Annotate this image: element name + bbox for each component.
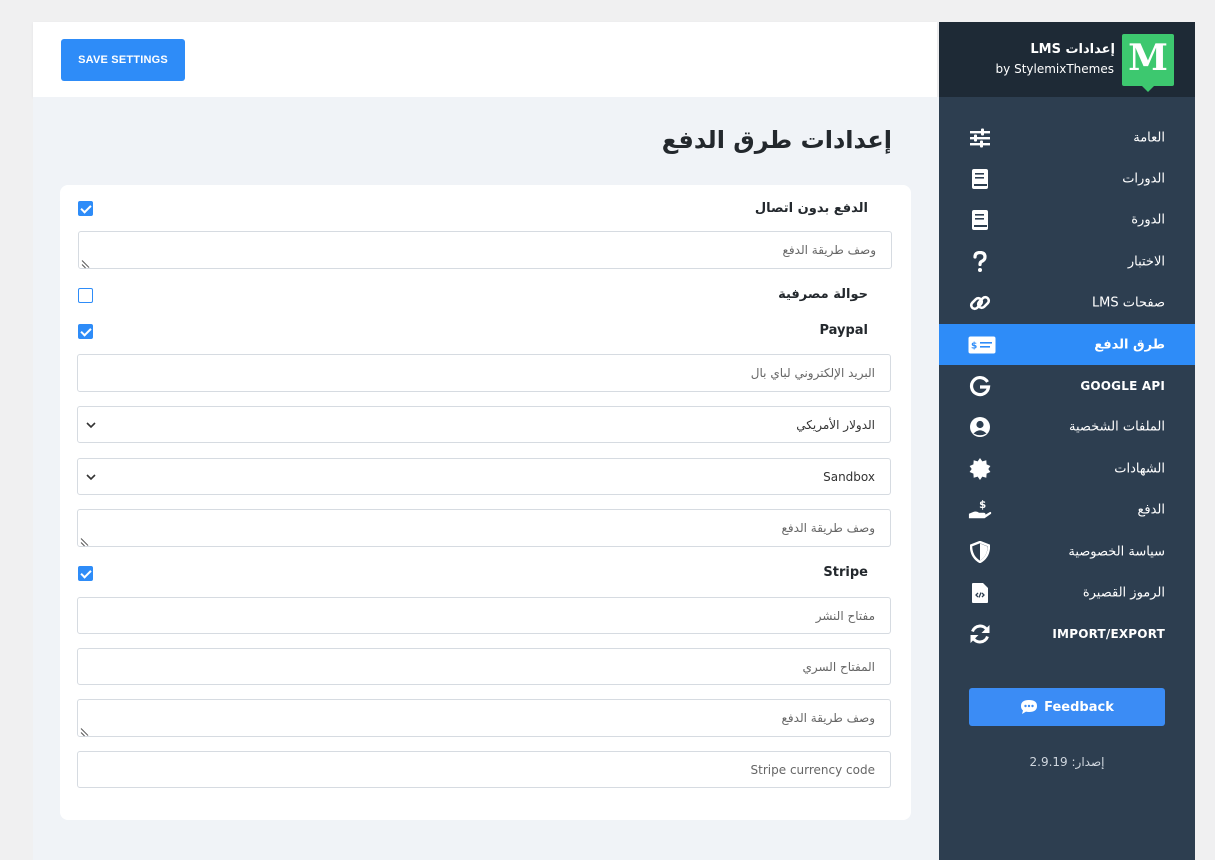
book-icon: [968, 167, 992, 191]
paypal-currency-value: الدولار الأمريكي: [796, 417, 875, 432]
sidebar-item-certificates[interactable]: الشهادات: [939, 448, 1195, 489]
sync-icon: [968, 622, 992, 646]
sidebar-item-google-api[interactable]: GOOGLE API: [939, 365, 1195, 406]
stripe-secret-key-placeholder: المفتاح السري: [802, 659, 875, 674]
sidebar-item-label: GOOGLE API: [1080, 379, 1165, 394]
sidebar-item-label: العامة: [1133, 130, 1165, 146]
offline-description-textarea[interactable]: وصف طريقة الدفع: [78, 231, 892, 269]
sidebar-item-label: الدورة: [1131, 212, 1165, 228]
paypal-email-input[interactable]: البريد الإلكتروني لباي بال: [77, 354, 891, 392]
paypal-currency-select[interactable]: الدولار الأمريكي: [77, 406, 891, 443]
stripe-description-textarea[interactable]: وصف طريقة الدفع: [77, 699, 891, 737]
resize-handle-icon[interactable]: [82, 259, 90, 267]
paypal-description-placeholder: وصف طريقة الدفع: [781, 521, 875, 535]
sidebar-item-label: الدفع: [1137, 502, 1165, 518]
sidebar-item-checkout[interactable]: $ الدفع: [939, 490, 1195, 531]
offline-description-placeholder: وصف طريقة الدفع: [782, 243, 876, 257]
sidebar: M إعدادات LMS by StylemixThemes العامة ا…: [939, 22, 1195, 860]
sidebar-item-label: الدورات: [1122, 171, 1165, 187]
stripe-publish-key-placeholder: مفتاح النشر: [815, 608, 875, 623]
resize-handle-icon[interactable]: [81, 537, 89, 545]
chevron-down-icon: [86, 473, 96, 480]
resize-handle-icon[interactable]: [81, 727, 89, 735]
feedback-button[interactable]: Feedback: [969, 688, 1165, 726]
stripe-description-placeholder: وصف طريقة الدفع: [781, 711, 875, 725]
user-circle-icon: [968, 415, 992, 439]
sidebar-item-lms-pages[interactable]: صفحات LMS: [939, 283, 1195, 324]
feedback-label: Feedback: [1044, 699, 1114, 715]
sidebar-item-course[interactable]: الدورة: [939, 200, 1195, 241]
masterstudy-logo: M: [1122, 34, 1174, 92]
sidebar-item-label: IMPORT/EXPORT: [1052, 627, 1165, 642]
sidebar-item-label: الشهادات: [1114, 461, 1165, 477]
shield-icon: [968, 540, 992, 564]
sidebar-header: M إعدادات LMS by StylemixThemes: [939, 22, 1195, 97]
brand-subtitle: by StylemixThemes: [995, 62, 1114, 76]
sliders-icon: [968, 126, 992, 150]
offline-payment-checkbox[interactable]: [78, 201, 93, 216]
money-check-icon: $: [968, 333, 996, 357]
paypal-label: Paypal: [819, 323, 868, 338]
bank-transfer-checkbox[interactable]: [78, 288, 93, 303]
bank-transfer-label: حوالة مصرفية: [778, 287, 868, 302]
brand-title: إعدادات LMS: [1030, 42, 1115, 57]
sidebar-item-label: الاختبار: [1127, 254, 1165, 270]
version-text: إصدار: 2.9.19: [1029, 755, 1105, 769]
logo-letter: M: [1128, 37, 1168, 79]
sidebar-item-label: الرموز القصيرة: [1082, 585, 1165, 601]
paypal-mode-value: Sandbox: [823, 469, 875, 484]
book-icon: [968, 208, 992, 232]
paypal-email-placeholder: البريد الإلكتروني لباي بال: [750, 366, 875, 380]
save-settings-button[interactable]: SAVE SETTINGS: [61, 39, 185, 81]
sidebar-item-profiles[interactable]: الملفات الشخصية: [939, 407, 1195, 448]
chat-bubble-icon: [1021, 700, 1038, 714]
chevron-down-icon: [86, 421, 96, 428]
sidebar-item-label: طرق الدفع: [1094, 337, 1165, 353]
sidebar-item-privacy-policy[interactable]: سياسة الخصوصية: [939, 531, 1195, 572]
stripe-publish-key-input[interactable]: مفتاح النشر: [77, 597, 891, 634]
page-title: إعدادات طرق الدفع: [661, 126, 892, 154]
google-icon: [968, 374, 992, 398]
sidebar-item-label: صفحات LMS: [1091, 295, 1165, 311]
paypal-description-textarea[interactable]: وصف طريقة الدفع: [77, 509, 891, 547]
stripe-currency-code-placeholder: Stripe currency code: [750, 762, 875, 777]
top-bar: SAVE SETTINGS: [33, 22, 937, 97]
svg-text:$: $: [979, 500, 986, 511]
paypal-checkbox[interactable]: [78, 324, 93, 339]
stripe-label: Stripe: [823, 565, 868, 580]
sidebar-item-general[interactable]: العامة: [939, 117, 1195, 158]
sidebar-nav: العامة الدورات الدورة الاختبار صفحات LMS: [939, 117, 1195, 655]
hand-dollar-icon: $: [968, 498, 992, 522]
stripe-currency-code-input[interactable]: Stripe currency code: [77, 751, 891, 788]
stripe-checkbox[interactable]: [78, 566, 93, 581]
sidebar-item-label: الملفات الشخصية: [1068, 419, 1165, 435]
stripe-secret-key-input[interactable]: المفتاح السري: [77, 648, 891, 685]
sidebar-item-shortcodes[interactable]: الرموز القصيرة: [939, 572, 1195, 613]
paypal-mode-select[interactable]: Sandbox: [77, 458, 891, 495]
question-icon: [968, 250, 992, 274]
payment-methods-card: الدفع بدون اتصال وصف طريقة الدفع حوالة م…: [60, 185, 911, 820]
sidebar-item-payment-methods[interactable]: $ طرق الدفع: [939, 323, 1195, 366]
offline-payment-label: الدفع بدون اتصال: [754, 201, 868, 216]
sidebar-item-import-export[interactable]: IMPORT/EXPORT: [939, 614, 1195, 655]
svg-text:$: $: [971, 341, 977, 351]
certificate-icon: [968, 457, 992, 481]
file-code-icon: [968, 581, 992, 605]
sidebar-item-quiz[interactable]: الاختبار: [939, 241, 1195, 282]
link-icon: [968, 291, 992, 315]
sidebar-item-label: سياسة الخصوصية: [1068, 544, 1165, 560]
sidebar-item-courses[interactable]: الدورات: [939, 158, 1195, 199]
